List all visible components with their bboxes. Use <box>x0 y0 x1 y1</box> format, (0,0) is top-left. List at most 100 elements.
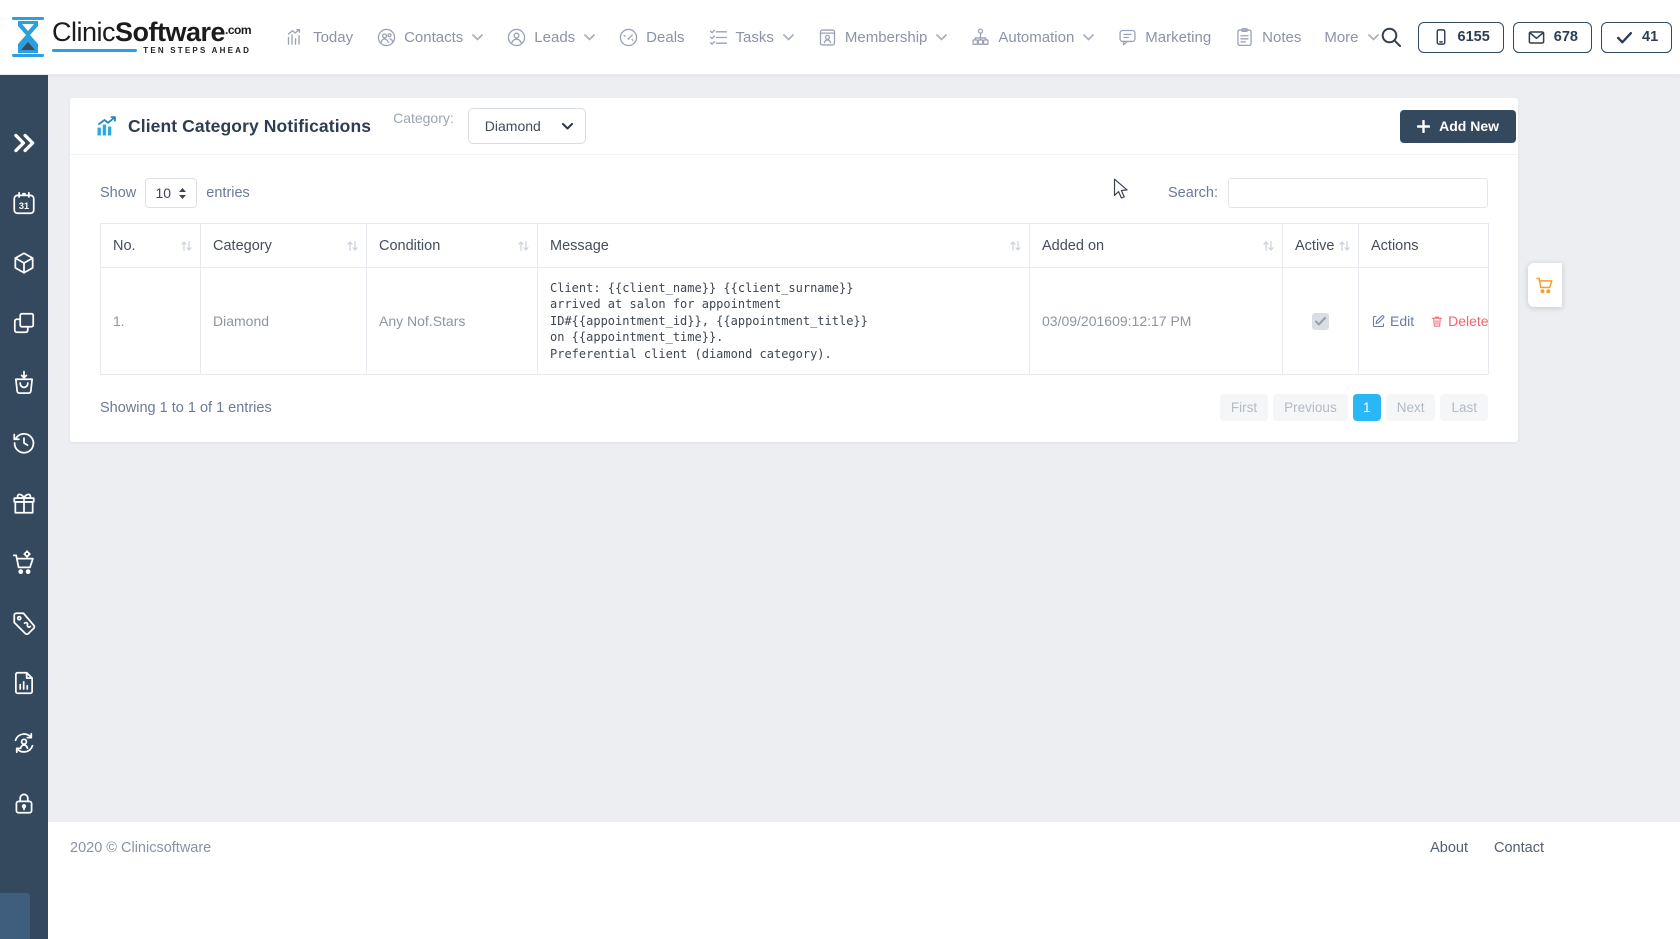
page-size-select[interactable]: 10 <box>145 178 197 208</box>
sidebar-item-duplicates[interactable] <box>11 310 37 336</box>
category-select[interactable]: Diamond <box>468 108 586 144</box>
chevron-down-icon <box>584 34 595 41</box>
category-label: Category: <box>393 110 454 126</box>
calls-counter-button[interactable]: 6155 <box>1418 22 1504 53</box>
nav-item-tasks[interactable]: Tasks <box>708 27 794 48</box>
table-header-row: No. Category Condition Message Added on … <box>101 224 1489 268</box>
nav-item-membership[interactable]: Membership <box>817 27 948 48</box>
column-header-no[interactable]: No. <box>101 224 201 268</box>
table-toolbar: Show 10 entries Search: <box>70 155 1518 223</box>
nav-item-deals[interactable]: Deals <box>618 27 684 48</box>
nav-item-today[interactable]: Today <box>285 27 353 48</box>
pagination-last-button[interactable]: Last <box>1440 394 1488 421</box>
search-label: Search: <box>1168 185 1218 201</box>
copy-icon <box>11 310 37 336</box>
search-input[interactable] <box>1228 178 1488 208</box>
sidebar-item-shop[interactable] <box>11 550 37 576</box>
sidebar-item-client-sync[interactable] <box>11 730 37 756</box>
expand-sidebar-button[interactable] <box>11 130 37 156</box>
membership-icon <box>817 27 838 48</box>
automation-icon <box>970 27 991 48</box>
pagination-first-button[interactable]: First <box>1220 394 1268 421</box>
chevron-down-icon <box>1368 34 1379 41</box>
nav-item-leads[interactable]: Leads <box>506 27 595 48</box>
cell-added-on: 03/09/201609:12:17 PM <box>1030 268 1283 375</box>
copyright-text: 2020 © Clinicsoftware <box>70 840 211 939</box>
chevron-down-icon <box>783 34 794 41</box>
footer-link-about[interactable]: About <box>1430 840 1468 939</box>
pagination-previous-button[interactable]: Previous <box>1273 394 1348 421</box>
cube-icon <box>11 250 37 276</box>
tasks-count: 41 <box>1642 29 1658 45</box>
report-icon <box>11 670 37 696</box>
column-header-active[interactable]: Active <box>1283 224 1359 268</box>
contacts-icon <box>376 27 397 48</box>
calendar-icon: 31 <box>11 190 37 216</box>
cart-gear-icon <box>11 550 37 576</box>
add-new-button[interactable]: Add New <box>1400 110 1516 143</box>
sidebar-item-products[interactable] <box>11 250 37 276</box>
page-title: Client Category Notifications <box>128 116 371 137</box>
active-checkbox[interactable] <box>1312 313 1329 330</box>
nav-item-notes[interactable]: Notes <box>1234 27 1301 48</box>
lock-icon <box>11 790 37 816</box>
messages-counter-button[interactable]: 678 <box>1513 22 1592 53</box>
top-navbar: ClinicSoftware.com TEN STEPS AHEAD Today… <box>0 0 1680 75</box>
sidebar-item-orders[interactable] <box>11 370 37 396</box>
edit-button[interactable]: Edit <box>1371 313 1414 329</box>
nav-item-automation[interactable]: Automation <box>970 27 1094 48</box>
tasks-icon <box>708 27 729 48</box>
sidebar-item-history[interactable] <box>11 430 37 456</box>
column-header-category[interactable]: Category <box>201 224 367 268</box>
sidebar-item-reports[interactable] <box>11 670 37 696</box>
price-tag-icon <box>11 610 37 636</box>
chevron-down-icon <box>936 34 947 41</box>
delete-button[interactable]: Delete <box>1430 313 1488 329</box>
column-header-message[interactable]: Message <box>538 224 1030 268</box>
leads-icon <box>506 27 527 48</box>
sidebar-scroll-indicator[interactable] <box>0 893 30 939</box>
chevron-down-icon <box>562 123 573 130</box>
left-sidebar: 31 <box>0 75 48 939</box>
shopping-cart-icon <box>1535 275 1555 295</box>
footer-link-contact[interactable]: Contact <box>1494 840 1544 939</box>
envelope-icon <box>1527 28 1546 47</box>
pagination-next-button[interactable]: Next <box>1386 394 1436 421</box>
check-icon <box>1315 317 1326 326</box>
hourglass-logo-icon <box>10 15 46 59</box>
cell-category: Diamond <box>201 268 367 375</box>
navbar-right-tools: 6155 678 41 ? <box>1379 18 1680 56</box>
marketing-icon <box>1117 27 1138 48</box>
clinicsoftware-logo[interactable]: ClinicSoftware.com TEN STEPS AHEAD <box>10 15 251 59</box>
notifications-card: Client Category Notifications Category: … <box>70 98 1518 442</box>
search-icon[interactable] <box>1379 25 1403 49</box>
sidebar-item-pricing[interactable] <box>11 610 37 636</box>
user-sync-icon <box>11 730 37 756</box>
nav-item-marketing[interactable]: Marketing <box>1117 27 1211 48</box>
phone-icon <box>1432 28 1450 46</box>
sort-icon <box>1262 239 1275 252</box>
trash-icon <box>1430 314 1444 329</box>
notifications-table: No. Category Condition Message Added on … <box>100 223 1489 375</box>
nav-item-contacts[interactable]: Contacts <box>376 27 483 48</box>
nav-item-more[interactable]: More <box>1324 29 1378 46</box>
pagination-page-1-button[interactable]: 1 <box>1353 394 1381 421</box>
page-footer: 2020 © Clinicsoftware About Contact <box>48 822 1680 939</box>
entries-summary: Showing 1 to 1 of 1 entries <box>100 400 272 416</box>
double-chevron-right-icon <box>11 130 37 156</box>
column-header-condition[interactable]: Condition <box>367 224 538 268</box>
sidebar-item-security[interactable] <box>11 790 37 816</box>
sidebar-item-calendar[interactable]: 31 <box>11 190 37 216</box>
column-header-added-on[interactable]: Added on <box>1030 224 1283 268</box>
floating-cart-button[interactable] <box>1528 263 1562 307</box>
svg-text:31: 31 <box>19 201 29 211</box>
logo-tagline: TEN STEPS AHEAD <box>143 46 251 55</box>
sort-icon <box>1338 239 1351 252</box>
tasks-counter-button[interactable]: 41 <box>1601 22 1672 53</box>
sidebar-item-gifts[interactable] <box>11 490 37 516</box>
cell-active <box>1283 268 1359 375</box>
page-size-value: 10 <box>155 185 171 201</box>
notes-icon <box>1234 27 1255 48</box>
deals-icon <box>618 27 639 48</box>
calls-count: 6155 <box>1458 29 1490 45</box>
